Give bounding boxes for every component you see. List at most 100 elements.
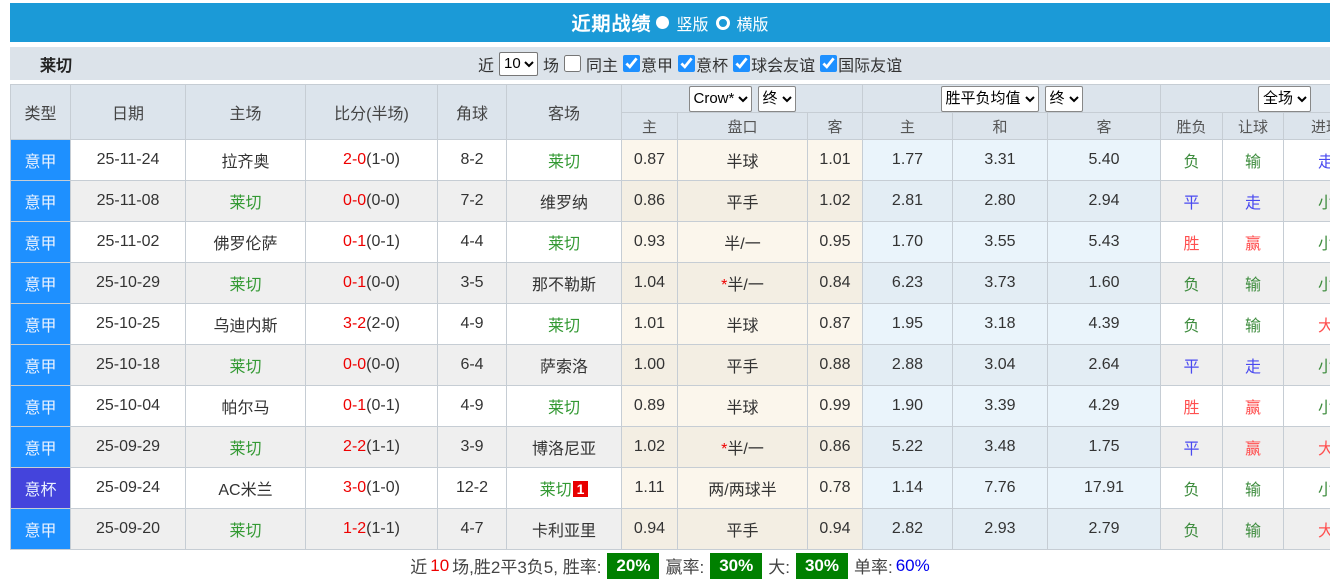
table-row: 意甲 25-10-18 莱切 0-0(0-0) 6-4 萨索洛 1.00 平手 … <box>10 344 1330 386</box>
league-filter-coppa[interactable]: 意杯 <box>678 52 728 76</box>
intl-friendly-checkbox[interactable] <box>820 55 838 72</box>
recent-results-widget: 近期战绩 竖版 横版 莱切 近 10 场 同主 意甲 意杯 球会友谊 国际友谊 … <box>0 0 1330 581</box>
ah-line-cell: 半球 <box>677 303 808 345</box>
col-header-away: 客场 <box>506 84 622 140</box>
europe-stage-select[interactable]: 终 <box>1044 85 1083 112</box>
eu-draw-odds: 3.39 <box>952 385 1048 427</box>
score-cell: 2-0(1-0) <box>305 139 438 181</box>
rank-badge: 1 <box>572 481 589 497</box>
col-header-type: 类型 <box>10 84 71 140</box>
footer-count: 10 <box>430 555 450 575</box>
ah-line-cell: *半/一 <box>677 262 808 304</box>
ah-line-cell: 平手 <box>677 180 808 222</box>
match-count-select[interactable]: 10 <box>499 51 539 76</box>
away-team-cell: 莱切 <box>506 385 622 427</box>
home-team: 莱切 <box>185 262 306 304</box>
results-table: 类型 日期 主场 比分(半场) 角球 客场 Crow* 终 胜平负均值 终 全场… <box>10 84 1330 550</box>
score-cell: 0-0(0-0) <box>305 344 438 386</box>
eu-away-odds: 2.64 <box>1046 344 1162 386</box>
club-friendly-checkbox[interactable] <box>733 55 751 72</box>
results-body: 意甲 25-11-24 拉齐奥 2-0(1-0) 8-2 莱切 0.87 半球 … <box>10 139 1330 550</box>
scope-select[interactable]: 全场 <box>1258 85 1312 112</box>
score-cell: 0-1(0-0) <box>305 262 438 304</box>
goals-result: 小 <box>1283 385 1330 427</box>
ah-home-odds: 1.01 <box>621 303 678 345</box>
league-filter-intl-friendly[interactable]: 国际友谊 <box>820 52 902 76</box>
home-team: AC米兰 <box>185 467 306 509</box>
eu-home-odds: 2.82 <box>862 508 953 550</box>
ah-away-odds: 0.84 <box>807 262 863 304</box>
asian-odds-group-header: Crow* 终 <box>621 84 863 113</box>
ah-home-odds: 1.11 <box>621 467 678 509</box>
col-header-eu-draw: 和 <box>952 112 1048 140</box>
vertical-layout-radio-icon[interactable] <box>656 16 670 29</box>
away-team: 维罗纳 <box>539 195 588 212</box>
bookmaker-select[interactable]: Crow* <box>688 85 752 112</box>
col-header-handicap: 让球 <box>1222 112 1285 140</box>
ah-home-odds: 0.87 <box>621 139 678 181</box>
halftime-score: (1-0) <box>366 151 400 168</box>
ah-line-cell: 半/一 <box>677 221 808 263</box>
horizontal-layout-radio-icon[interactable] <box>715 15 730 30</box>
ah-away-odds: 1.01 <box>807 139 863 181</box>
ah-home-odds: 0.94 <box>621 508 678 550</box>
ah-line: 半球 <box>726 154 759 171</box>
away-team-cell: 卡利亚里 <box>506 508 622 550</box>
wdl-result: 负 <box>1160 262 1224 304</box>
eu-home-odds: 1.70 <box>862 221 953 263</box>
date-cell: 25-10-29 <box>70 262 186 304</box>
goals-result: 小 <box>1283 344 1330 386</box>
table-row: 意甲 25-10-04 帕尔马 0-1(0-1) 4-9 莱切 0.89 半球 … <box>10 385 1330 427</box>
eu-home-odds: 1.14 <box>862 467 953 509</box>
goals-result: 小 <box>1283 221 1330 263</box>
score-cell: 3-0(1-0) <box>305 467 438 509</box>
goals-result: 小 <box>1283 180 1330 222</box>
club-friendly-label: 球会友谊 <box>751 57 816 75</box>
bookmaker-stage-select[interactable]: 终 <box>757 85 796 112</box>
goals-result: 大 <box>1283 303 1330 345</box>
games-label: 场 <box>543 57 560 75</box>
footer-prefix: 近 <box>410 558 428 577</box>
ah-away-odds: 0.88 <box>807 344 863 386</box>
eu-draw-odds: 3.73 <box>952 262 1048 304</box>
ah-line-cell: 平手 <box>677 344 808 386</box>
handicap-result: 赢 <box>1222 221 1285 263</box>
serie-a-checkbox[interactable] <box>623 55 641 72</box>
europe-odds-group-header: 胜平负均值 终 <box>861 84 1162 113</box>
result-group-header: 全场 <box>1160 84 1330 113</box>
away-team: 卡利亚里 <box>531 523 596 540</box>
ah-line: 两/两球半 <box>708 482 777 499</box>
ah-away-odds: 0.95 <box>807 221 863 263</box>
fulltime-score: 0-1 <box>343 233 367 250</box>
table-row: 意甲 25-10-29 莱切 0-1(0-0) 3-5 那不勒斯 1.04 *半… <box>10 262 1330 304</box>
date-cell: 25-11-08 <box>70 180 186 222</box>
goals-result: 大 <box>1283 426 1330 468</box>
col-header-score: 比分(半场) <box>305 84 438 140</box>
horizontal-layout-label[interactable]: 横版 <box>737 11 769 35</box>
away-team: 萨索洛 <box>539 359 588 376</box>
odd-rate-value: 60% <box>895 555 930 575</box>
date-cell: 25-10-25 <box>70 303 186 345</box>
ah-home-odds: 0.86 <box>621 180 678 222</box>
coppa-checkbox[interactable] <box>678 55 696 72</box>
league-filter-serie-a[interactable]: 意甲 <box>623 52 673 76</box>
ah-home-odds: 1.04 <box>621 262 678 304</box>
league-filter-club-friendly[interactable]: 球会友谊 <box>733 52 815 76</box>
same-home-checkbox[interactable] <box>564 55 582 72</box>
vertical-layout-label[interactable]: 竖版 <box>676 11 708 35</box>
col-header-wdl: 胜负 <box>1160 112 1224 140</box>
halftime-score: (1-1) <box>366 438 400 455</box>
eu-home-odds: 1.95 <box>862 303 953 345</box>
col-header-home: 主场 <box>185 84 306 140</box>
wdl-result: 负 <box>1160 467 1224 509</box>
europe-odds-select[interactable]: 胜平负均值 <box>940 85 1039 112</box>
corners-cell: 6-4 <box>437 344 507 386</box>
fulltime-score: 2-0 <box>343 151 367 168</box>
corners-cell: 7-2 <box>437 180 507 222</box>
date-cell: 25-11-02 <box>70 221 186 263</box>
ah-line-cell: *半/一 <box>677 426 808 468</box>
near-label: 近 <box>478 57 495 75</box>
wdl-result: 负 <box>1160 508 1224 550</box>
home-team: 莱切 <box>185 426 306 468</box>
wdl-result: 胜 <box>1160 385 1224 427</box>
